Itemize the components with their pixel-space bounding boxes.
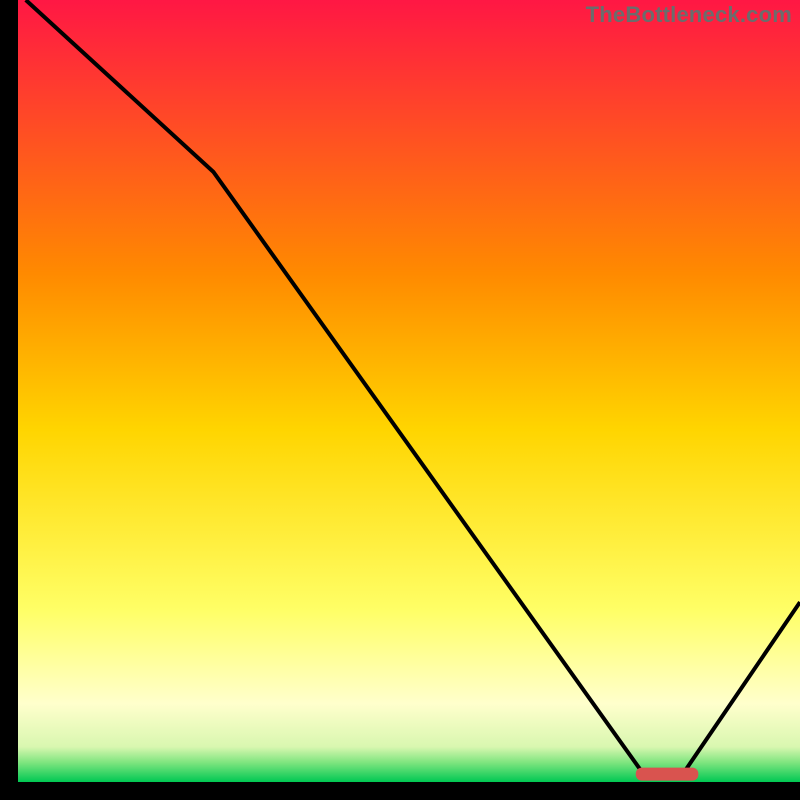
x-axis xyxy=(0,782,800,800)
y-axis xyxy=(0,0,18,800)
attribution-watermark: TheBottleneck.com xyxy=(586,2,792,28)
optimal-range-marker xyxy=(636,768,699,781)
plot-gradient-background xyxy=(18,0,800,782)
chart-svg xyxy=(0,0,800,800)
bottleneck-chart: TheBottleneck.com xyxy=(0,0,800,800)
